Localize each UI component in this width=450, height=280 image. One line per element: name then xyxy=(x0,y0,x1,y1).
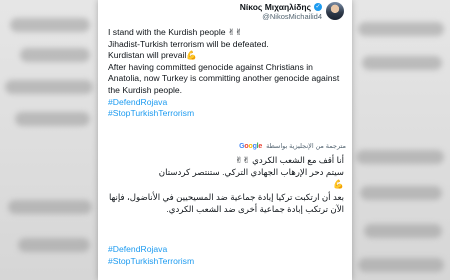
blurred-text-line xyxy=(15,112,90,126)
verified-badge-icon: ✓ xyxy=(314,3,322,11)
hashtag-link[interactable]: #StopTurkishTerrorism xyxy=(108,108,344,120)
translated-line: بعد أن ارتكبت تركيا إبادة جماعية ضد المس… xyxy=(108,191,344,214)
blurred-text-line xyxy=(364,224,442,238)
translated-line: سيتم دحر الإرهاب الجهادي التركي. ستنتصر … xyxy=(158,167,344,178)
translated-hashtags: #DefendRojava #StopTurkishTerrorism xyxy=(108,244,194,268)
avatar[interactable] xyxy=(326,2,344,20)
blurred-text-line xyxy=(18,238,90,252)
blurred-text-line xyxy=(360,186,442,200)
blurred-text-line xyxy=(362,56,442,70)
blurred-text-line xyxy=(10,18,90,32)
hashtag-link[interactable]: #DefendRojava xyxy=(108,244,194,256)
translated-line: 💪 xyxy=(333,179,344,190)
display-name[interactable]: Νίκος Μιχαηλίδης ✓ xyxy=(240,2,322,12)
tweet-line: Kurdistan will prevail💪 xyxy=(108,50,198,61)
display-name-text: Νίκος Μιχαηλίδης xyxy=(239,2,311,12)
tweet-line: After having committed genocide against … xyxy=(108,61,340,95)
author-block[interactable]: Νίκος Μιχαηλίδης ✓ @NikosMichailid4 xyxy=(240,2,322,22)
hashtag-link[interactable]: #DefendRojava xyxy=(108,97,344,109)
blurred-text-line xyxy=(5,80,93,94)
hashtag-link[interactable]: #StopTurkishTerrorism xyxy=(108,256,194,268)
tweet-text: I stand with the Kurdish people ✌✌ Jihad… xyxy=(108,27,344,120)
tweet-line: Jihadist-Turkish terrorism will be defea… xyxy=(108,38,269,49)
translated-by-label[interactable]: مترجمة من الإنجليزية بواسطة xyxy=(266,142,346,150)
translation-attribution: Google مترجمة من الإنجليزية بواسطة xyxy=(108,141,346,151)
blurred-text-line xyxy=(8,200,92,214)
translated-line: أنا أقف مع الشعب الكردي ✌✌ xyxy=(235,155,344,165)
blurred-text-line xyxy=(20,48,90,62)
tweet-header: Νίκος Μιχαηλίδης ✓ @NikosMichailid4 xyxy=(98,0,352,24)
tweet-line: I stand with the Kurdish people ✌✌ xyxy=(108,27,243,37)
user-handle[interactable]: @NikosMichailid4 xyxy=(240,12,322,22)
blurred-text-line xyxy=(358,22,444,36)
blurred-text-line xyxy=(356,150,444,164)
translated-text: أنا أقف مع الشعب الكردي ✌✌ سيتم دحر الإر… xyxy=(108,154,344,215)
google-logo-icon: Google xyxy=(239,142,263,150)
blurred-text-line xyxy=(358,258,444,272)
tweet-card: Νίκος Μιχαηλίδης ✓ @NikosMichailid4 I st… xyxy=(98,0,352,280)
